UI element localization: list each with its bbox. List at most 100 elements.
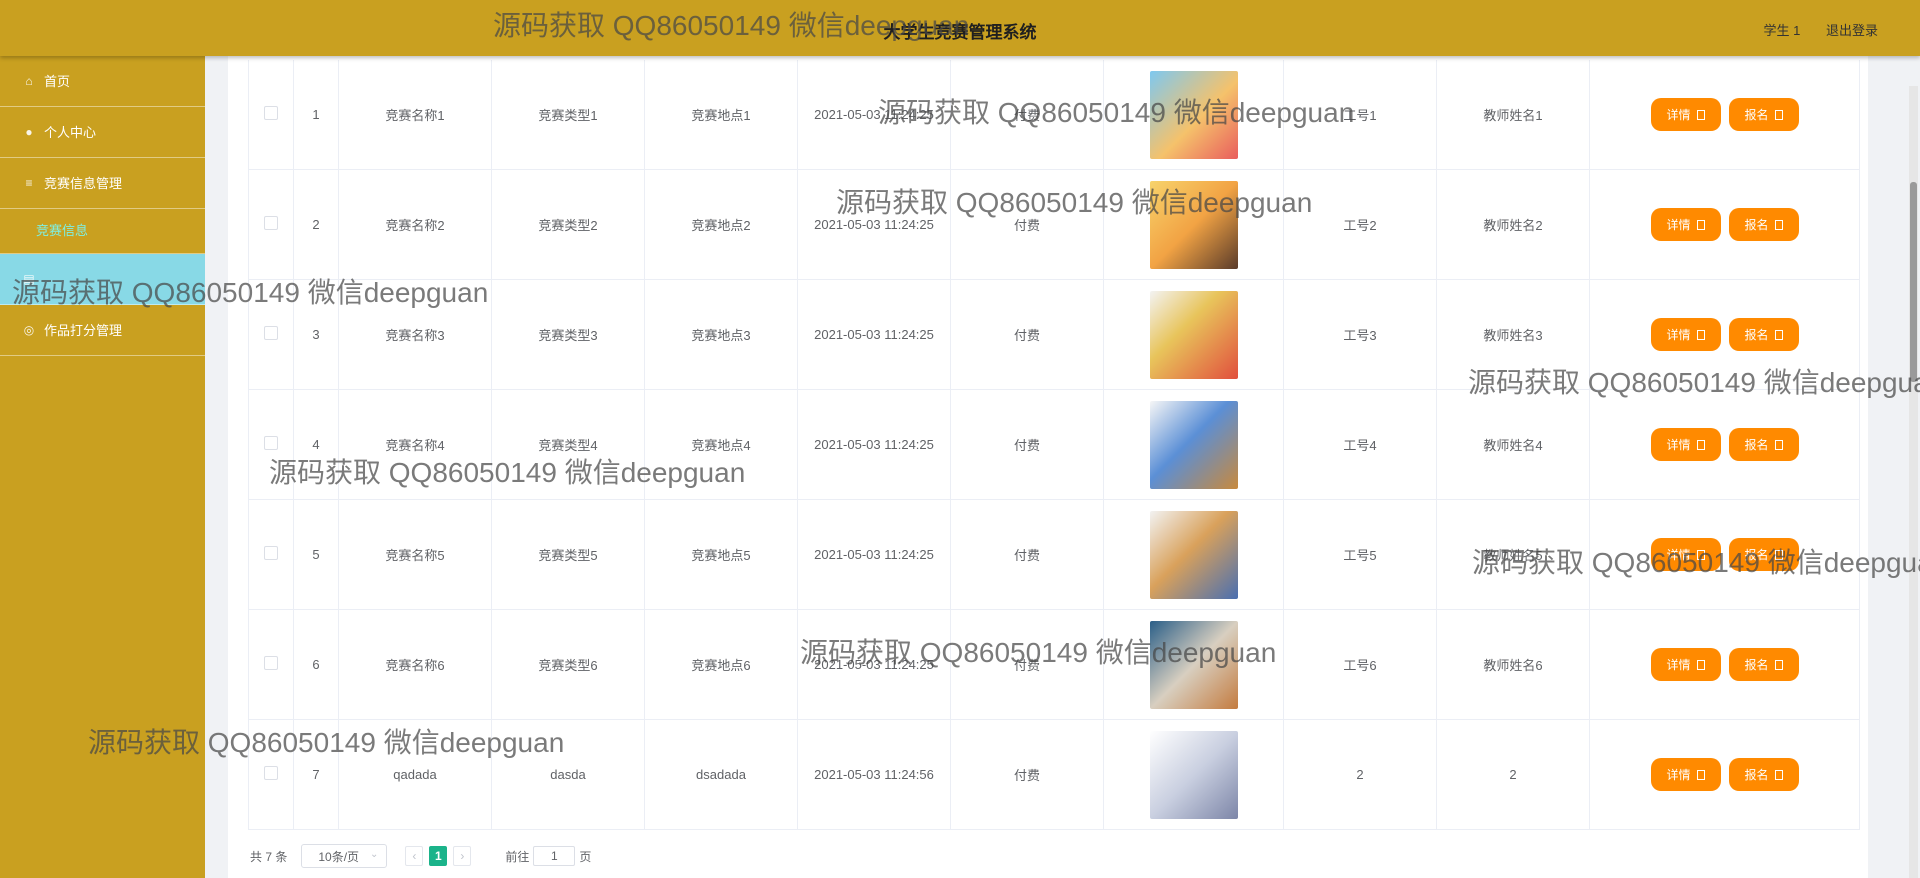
competition-thumbnail[interactable] bbox=[1149, 400, 1238, 489]
detail-button[interactable]: 详情 bbox=[1650, 758, 1721, 791]
chevron-down-icon: ⌄ bbox=[369, 849, 379, 860]
sidebar-item-label: 作品打分管理 bbox=[44, 322, 123, 338]
goto-page-input[interactable]: 1 bbox=[533, 846, 576, 866]
signup-button[interactable]: 报名 bbox=[1728, 648, 1799, 681]
detail-button[interactable]: 详情 bbox=[1650, 648, 1721, 681]
table-row: 3 竞赛名称3 竞赛类型3 竞赛地点3 2021-05-03 11:24:25 付费 工号3… bbox=[248, 279, 1860, 390]
cell-image bbox=[1103, 279, 1284, 390]
detail-button[interactable]: 详情 bbox=[1650, 98, 1721, 131]
signup-button[interactable]: 报名 bbox=[1728, 758, 1799, 791]
cell-competition-time: 2021-05-03 11:24:25 bbox=[797, 279, 951, 390]
pagination: 共 7 条 10条/页 ⌄ ‹ 1 › 前往 1 页 bbox=[250, 844, 591, 868]
signup-button[interactable]: 报名 bbox=[1728, 318, 1799, 351]
signup-button[interactable]: 报名 bbox=[1728, 538, 1799, 571]
cell-competition-location: 竞赛地点4 bbox=[644, 389, 798, 500]
detail-button-label: 详情 bbox=[1666, 768, 1691, 782]
cell-competition-location: dsadada bbox=[644, 719, 798, 830]
table-row: 4 竞赛名称4 竞赛类型4 竞赛地点4 2021-05-03 11:24:25 付费 工号4… bbox=[248, 389, 1860, 500]
row-checkbox[interactable] bbox=[264, 106, 278, 120]
logout-link[interactable]: 退出登录 bbox=[1826, 23, 1878, 38]
table-body: 1 竞赛名称1 竞赛类型1 竞赛地点1 2021-05-03 11:24:25 付费 工号1… bbox=[248, 60, 1860, 830]
cell-teacher-name: 教师姓名4 bbox=[1436, 389, 1590, 500]
cell-competition-location: 竞赛地点2 bbox=[644, 169, 798, 280]
cell-competition-name: 竞赛名称1 bbox=[338, 60, 492, 170]
cell-competition-type: 竞赛类型5 bbox=[491, 499, 645, 610]
cell-image bbox=[1103, 169, 1284, 280]
document-icon bbox=[1774, 439, 1783, 450]
scrollbar-thumb[interactable] bbox=[1910, 182, 1917, 382]
cell-job-id: 工号5 bbox=[1283, 499, 1437, 610]
cell-job-id: 工号2 bbox=[1283, 169, 1437, 280]
signup-button[interactable]: 报名 bbox=[1728, 428, 1799, 461]
current-user[interactable]: 学生 1 bbox=[1764, 23, 1801, 38]
document-icon bbox=[1774, 329, 1783, 340]
cell-competition-location: 竞赛地点1 bbox=[644, 60, 798, 170]
signup-button[interactable]: 报名 bbox=[1728, 98, 1799, 131]
document-icon bbox=[1696, 109, 1705, 120]
sidebar-item-competition-management[interactable]: ≡ 竞赛信息管理 bbox=[0, 158, 205, 209]
cell-competition-name: 竞赛名称3 bbox=[338, 279, 492, 390]
competition-table: 1 竞赛名称1 竞赛类型1 竞赛地点1 2021-05-03 11:24:25 付费 工号1… bbox=[248, 60, 1860, 830]
signup-button-label: 报名 bbox=[1744, 548, 1769, 562]
competition-thumbnail[interactable] bbox=[1149, 510, 1238, 599]
competition-thumbnail[interactable] bbox=[1149, 620, 1238, 709]
cell-actions: 详情 报名 bbox=[1589, 60, 1860, 170]
document-icon bbox=[1696, 219, 1705, 230]
chevron-right-icon: › bbox=[460, 849, 465, 863]
competition-thumbnail[interactable] bbox=[1149, 180, 1238, 269]
total-count: 共 7 条 bbox=[250, 849, 288, 864]
cell-actions: 详情 报名 bbox=[1589, 719, 1860, 830]
sidebar-item-score-management[interactable]: ◎ 作品打分管理 bbox=[0, 305, 205, 356]
competition-thumbnail[interactable] bbox=[1149, 70, 1238, 159]
document-icon bbox=[1774, 109, 1783, 120]
row-checkbox[interactable] bbox=[264, 656, 278, 670]
sidebar-item-profile[interactable]: ● 个人中心 bbox=[0, 107, 205, 158]
cell-competition-name: 竞赛名称5 bbox=[338, 499, 492, 610]
row-checkbox[interactable] bbox=[264, 326, 278, 340]
cell-image bbox=[1103, 609, 1284, 720]
row-checkbox[interactable] bbox=[264, 546, 278, 560]
cell-teacher-name: 教师姓名2 bbox=[1436, 169, 1590, 280]
signup-button[interactable]: 报名 bbox=[1728, 208, 1799, 241]
detail-button[interactable]: 详情 bbox=[1650, 428, 1721, 461]
prev-page-button[interactable]: ‹ bbox=[405, 846, 424, 866]
competition-thumbnail[interactable] bbox=[1149, 730, 1238, 819]
row-index: 3 bbox=[293, 279, 339, 390]
cell-competition-type: dasda bbox=[491, 719, 645, 830]
row-checkbox[interactable] bbox=[264, 436, 278, 450]
cell-image bbox=[1103, 499, 1284, 610]
top-right-actions: 学生 1 退出登录 bbox=[1742, 20, 1878, 39]
detail-button-label: 详情 bbox=[1666, 218, 1691, 232]
sidebar-item-home[interactable]: ⌂ 首页 bbox=[0, 56, 205, 107]
row-checkbox[interactable] bbox=[264, 216, 278, 230]
cell-job-id: 工号4 bbox=[1283, 389, 1437, 500]
scrollbar[interactable] bbox=[1909, 86, 1918, 878]
sidebar: ⌂ 首页 ● 个人中心 ≡ 竞赛信息管理 竞赛信息 ▤ ◎ 作品打分管理 bbox=[0, 56, 205, 878]
cell-actions: 详情 报名 bbox=[1589, 499, 1860, 610]
cell-competition-time: 2021-05-03 11:24:25 bbox=[797, 169, 951, 280]
cell-job-id: 工号1 bbox=[1283, 60, 1437, 170]
cell-teacher-name: 教师姓名3 bbox=[1436, 279, 1590, 390]
cell-competition-location: 竞赛地点5 bbox=[644, 499, 798, 610]
cell-competition-type: 竞赛类型4 bbox=[491, 389, 645, 500]
sidebar-subitem-competition-info[interactable]: 竞赛信息 bbox=[0, 209, 205, 254]
sidebar-item-label: 个人中心 bbox=[44, 124, 97, 140]
competition-thumbnail[interactable] bbox=[1149, 290, 1238, 379]
cell-fee: 付费 bbox=[950, 60, 1104, 170]
cell-image bbox=[1103, 389, 1284, 500]
cell-actions: 详情 报名 bbox=[1589, 279, 1860, 390]
page-number-current[interactable]: 1 bbox=[429, 846, 448, 866]
row-checkbox-cell bbox=[248, 169, 294, 280]
next-page-button[interactable]: › bbox=[453, 846, 472, 866]
detail-button[interactable]: 详情 bbox=[1650, 538, 1721, 571]
row-checkbox[interactable] bbox=[264, 766, 278, 780]
cell-competition-type: 竞赛类型2 bbox=[491, 169, 645, 280]
document-icon bbox=[1774, 549, 1783, 560]
score-icon: ◎ bbox=[23, 322, 35, 337]
table-row: 2 竞赛名称2 竞赛类型2 竞赛地点2 2021-05-03 11:24:25 付费 工号2… bbox=[248, 169, 1860, 280]
document-icon bbox=[1696, 439, 1705, 450]
page-size-select[interactable]: 10条/页 ⌄ bbox=[301, 844, 388, 868]
detail-button[interactable]: 详情 bbox=[1650, 318, 1721, 351]
sidebar-item-active[interactable]: ▤ bbox=[0, 254, 205, 305]
detail-button[interactable]: 详情 bbox=[1650, 208, 1721, 241]
